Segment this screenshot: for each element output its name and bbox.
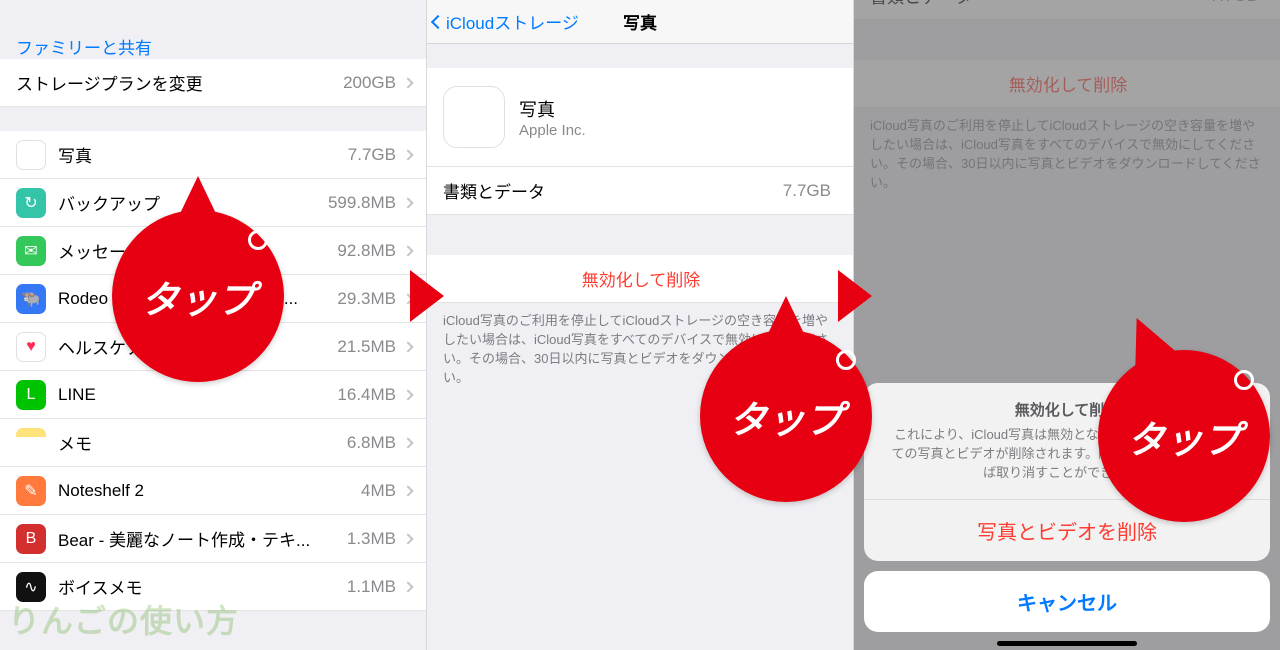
documents-data-label: 書類とデータ [443,178,783,203]
app-size: 1.3MB [347,529,396,549]
watermark: りんごの使い方 [8,596,239,642]
app-label: LINE [58,385,337,405]
cancel-label: キャンセル [1017,593,1117,615]
app-icon: B [16,524,46,554]
chevron-right-icon [402,197,413,208]
app-size: 29.3MB [337,289,396,309]
flow-arrow-1 [410,270,444,322]
app-label: Noteshelf 2 [58,481,361,501]
app-size: 21.5MB [337,337,396,357]
app-label: Bear - 美麗なノート作成・テキ... [58,526,347,551]
app-size: 92.8MB [337,241,396,261]
chevron-right-icon [402,389,413,400]
app-header-row: 写真 Apple Inc. [427,68,853,167]
app-usage-row[interactable]: メモ6.8MB [0,419,426,467]
nav-bar: iCloudストレージ 写真 [427,0,853,44]
chevron-right-icon [402,437,413,448]
documents-data-row[interactable]: 書類とデータ 7.7GB [427,167,853,215]
screen-confirm-sheet: 書類とデータ 7.7GB 無効化して削除 iCloud写真のご利用を停止してiC… [854,0,1280,650]
app-icon [16,428,46,458]
tap-callout-3: タップ [1098,350,1270,522]
delete-photos-videos-label: 写真とビデオを削除 [977,522,1157,544]
app-size: 4MB [361,481,396,501]
app-usage-row[interactable]: B Bear - 美麗なノート作成・テキ...1.3MB [0,515,426,563]
chevron-right-icon [402,149,413,160]
change-storage-plan-row[interactable]: ストレージプランを変更 200GB [0,59,426,107]
photos-app-icon [443,86,505,148]
tap-callout-1: タップ [112,210,284,382]
app-usage-row[interactable]: ✎ Noteshelf 24MB [0,467,426,515]
change-storage-plan-value: 200GB [343,73,396,93]
chevron-right-icon [402,245,413,256]
app-size: 1.1MB [347,577,396,597]
chevron-right-icon [402,341,413,352]
back-label: iCloudストレージ [446,9,579,34]
app-name: 写真 [519,96,586,122]
chevron-right-icon [402,485,413,496]
app-icon: 🐃 [16,284,46,314]
chevron-right-icon [402,533,413,544]
app-icon: L [16,380,46,410]
documents-data-value: 7.7GB [783,181,831,201]
app-size: 6.8MB [347,433,396,453]
app-icon: ✎ [16,476,46,506]
home-indicator [997,641,1137,646]
flow-arrow-2 [838,270,872,322]
app-icon: ✉ [16,236,46,266]
app-vendor: Apple Inc. [519,122,586,139]
app-size: 599.8MB [328,193,396,213]
family-share-label: ファミリーと共有 [16,34,152,59]
family-share-header: ファミリーと共有 [0,4,426,59]
app-label: メモ [58,430,347,455]
disable-and-delete-label: 無効化して削除 [582,266,701,291]
app-size: 16.4MB [337,385,396,405]
app-usage-row[interactable]: 写真7.7GB [0,131,426,179]
cancel-button[interactable]: キャンセル [864,571,1270,632]
app-icon [16,140,46,170]
app-size: 7.7GB [348,145,396,165]
chevron-right-icon [402,77,413,88]
chevron-right-icon [402,581,413,592]
app-icon: ♥ [16,332,46,362]
app-icon: ↻ [16,188,46,218]
chevron-left-icon [431,14,445,28]
tap-callout-2: タップ [700,330,872,502]
section-gap [0,107,426,131]
back-button[interactable]: iCloudストレージ [427,9,579,34]
change-storage-plan-label: ストレージプランを変更 [16,70,343,95]
app-label: 写真 [58,142,348,167]
